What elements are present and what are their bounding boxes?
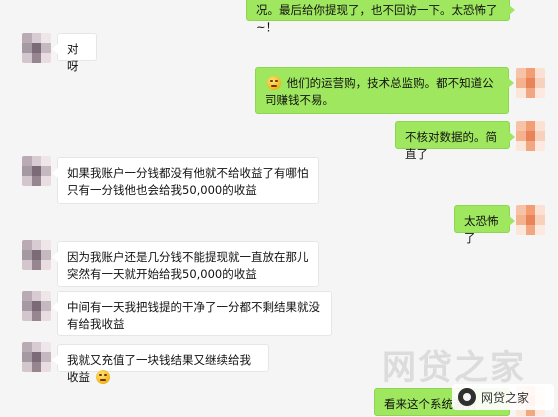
message-text: 我就又充值了一块钱结果又继续给我收益: [67, 353, 251, 384]
message-bubble-outgoing[interactable]: 他们的运营购，技术总监购。都不知道公司赚钱不易。: [255, 67, 514, 114]
contact-avatar[interactable]: [22, 291, 51, 321]
message-bubble-incoming[interactable]: 对呀: [52, 33, 97, 73]
brand-logo-icon: [458, 388, 476, 406]
contact-avatar[interactable]: [22, 156, 51, 186]
message-text: 如果我账户一分钱都没有他就不给收益了有哪怕只有一分钱他也会给我50,000的收益: [67, 166, 309, 197]
message-text: 不核对数据的。简直了: [405, 130, 497, 161]
message-bubble-incoming[interactable]: 我就又充值了一块钱结果又继续给我收益: [52, 344, 269, 384]
message-bubble-outgoing[interactable]: 况。最后给你提现了，也不回访一下。太恐怖了~！: [246, 0, 515, 34]
watermark-badge-text: 网贷之家: [481, 390, 530, 405]
message-text: 中间有一天我把钱提的干净了一分都不剩结果就没有给我收益: [67, 300, 320, 331]
chat-view: 况。最后给你提现了，也不回访一下。太恐怖了~！ 对呀 他们的运营购，技术总监购。…: [0, 0, 558, 417]
message-text: 因为我账户还是几分钱不能提现就一直放在那儿突然有一天就开始给我50,000的收益: [67, 250, 309, 281]
message-text: 太恐怖了: [464, 214, 499, 245]
self-avatar[interactable]: [516, 205, 545, 235]
watermark-text: 网贷之家: [382, 348, 526, 388]
contact-avatar[interactable]: [22, 342, 51, 372]
message-text: 他们的运营购，技术总监购。都不知道公司赚钱不易。: [265, 76, 494, 107]
message-bubble-incoming[interactable]: 如果我账户一分钱都没有他就不给收益了有哪怕只有一分钱他也会给我50,000的收益: [52, 157, 319, 204]
self-avatar[interactable]: [516, 121, 545, 151]
contact-avatar[interactable]: [22, 240, 51, 270]
self-avatar[interactable]: [516, 68, 545, 98]
message-bubble-outgoing[interactable]: 太恐怖了: [454, 205, 515, 245]
message-text: 对呀: [67, 42, 79, 73]
message-text: 况。最后给你提现了，也不回访一下。太恐怖了~！: [256, 3, 498, 34]
message-bubble-incoming[interactable]: 因为我账户还是几分钱不能提现就一直放在那儿突然有一天就开始给我50,000的收益: [52, 241, 319, 287]
watermark-badge: 网贷之家: [452, 384, 554, 410]
contact-avatar[interactable]: [22, 33, 51, 63]
message-bubble-outgoing[interactable]: 不核对数据的。简直了: [395, 121, 515, 161]
laugh-cry-emoji-icon: [95, 370, 110, 384]
message-bubble-incoming[interactable]: 中间有一天我把钱提的干净了一分都不剩结果就没有给我收益: [52, 291, 332, 336]
laugh-cry-emoji-icon: [267, 76, 281, 90]
